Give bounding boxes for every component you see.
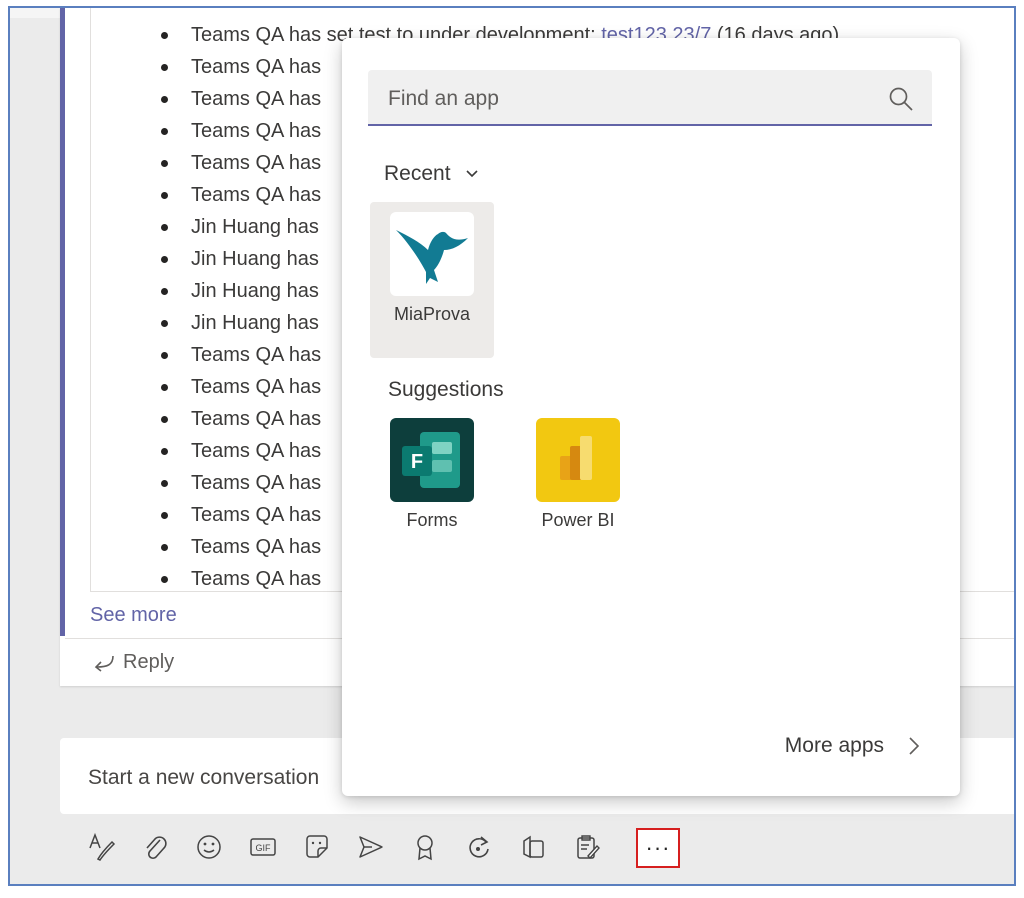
app-picker-popup: Recent MiaProva Suggestions F: [342, 38, 960, 796]
forms-icon: F: [390, 418, 474, 502]
more-apps-link[interactable]: More apps: [785, 734, 920, 758]
reply-label: Reply: [123, 651, 175, 673]
more-apps-label: More apps: [784, 734, 884, 757]
app-name: Forms: [406, 510, 458, 530]
thread-accent-bar: [60, 8, 65, 636]
emoji-icon[interactable]: [192, 830, 226, 864]
chevron-down-icon: [465, 170, 478, 178]
loop-icon[interactable]: [462, 830, 496, 864]
reply-arrow-icon: [94, 655, 114, 672]
format-icon[interactable]: [84, 830, 118, 864]
see-more-link[interactable]: See more: [90, 604, 177, 627]
app-tile-forms[interactable]: F Forms: [370, 408, 494, 564]
compose-toolbar: GIF ···: [72, 822, 712, 868]
app-tile-power-bi[interactable]: Power BI: [516, 408, 640, 564]
teams-channel-window: Teams QA has set test to under developme…: [8, 6, 1016, 886]
power-bi-icon: [536, 418, 620, 502]
app-search-box: [368, 70, 932, 126]
app-name: MiaProva: [393, 304, 471, 324]
more-options-button[interactable]: ···: [636, 828, 680, 868]
notes-icon[interactable]: [570, 830, 604, 864]
gif-icon[interactable]: GIF: [246, 830, 280, 864]
app-name: Power BI: [541, 510, 615, 530]
recent-dropdown[interactable]: Recent: [384, 162, 479, 186]
miaprova-bird-icon: [390, 212, 474, 296]
attach-icon[interactable]: [138, 830, 172, 864]
recent-label: Recent: [384, 162, 451, 185]
praise-icon[interactable]: [408, 830, 442, 864]
svg-text:GIF: GIF: [256, 843, 272, 853]
svg-text:F: F: [411, 451, 423, 473]
search-icon[interactable]: [888, 86, 914, 112]
stream-icon[interactable]: [516, 830, 550, 864]
suggestions-label: Suggestions: [388, 378, 504, 401]
chevron-right-icon: [909, 737, 920, 755]
meet-now-icon[interactable]: [354, 830, 388, 864]
app-tile-miaprova[interactable]: MiaProva: [370, 202, 494, 358]
reply-button[interactable]: Reply: [91, 651, 174, 674]
sticker-icon[interactable]: [300, 830, 334, 864]
compose-placeholder: Start a new conversation: [88, 766, 320, 789]
app-search-input[interactable]: [386, 82, 870, 116]
